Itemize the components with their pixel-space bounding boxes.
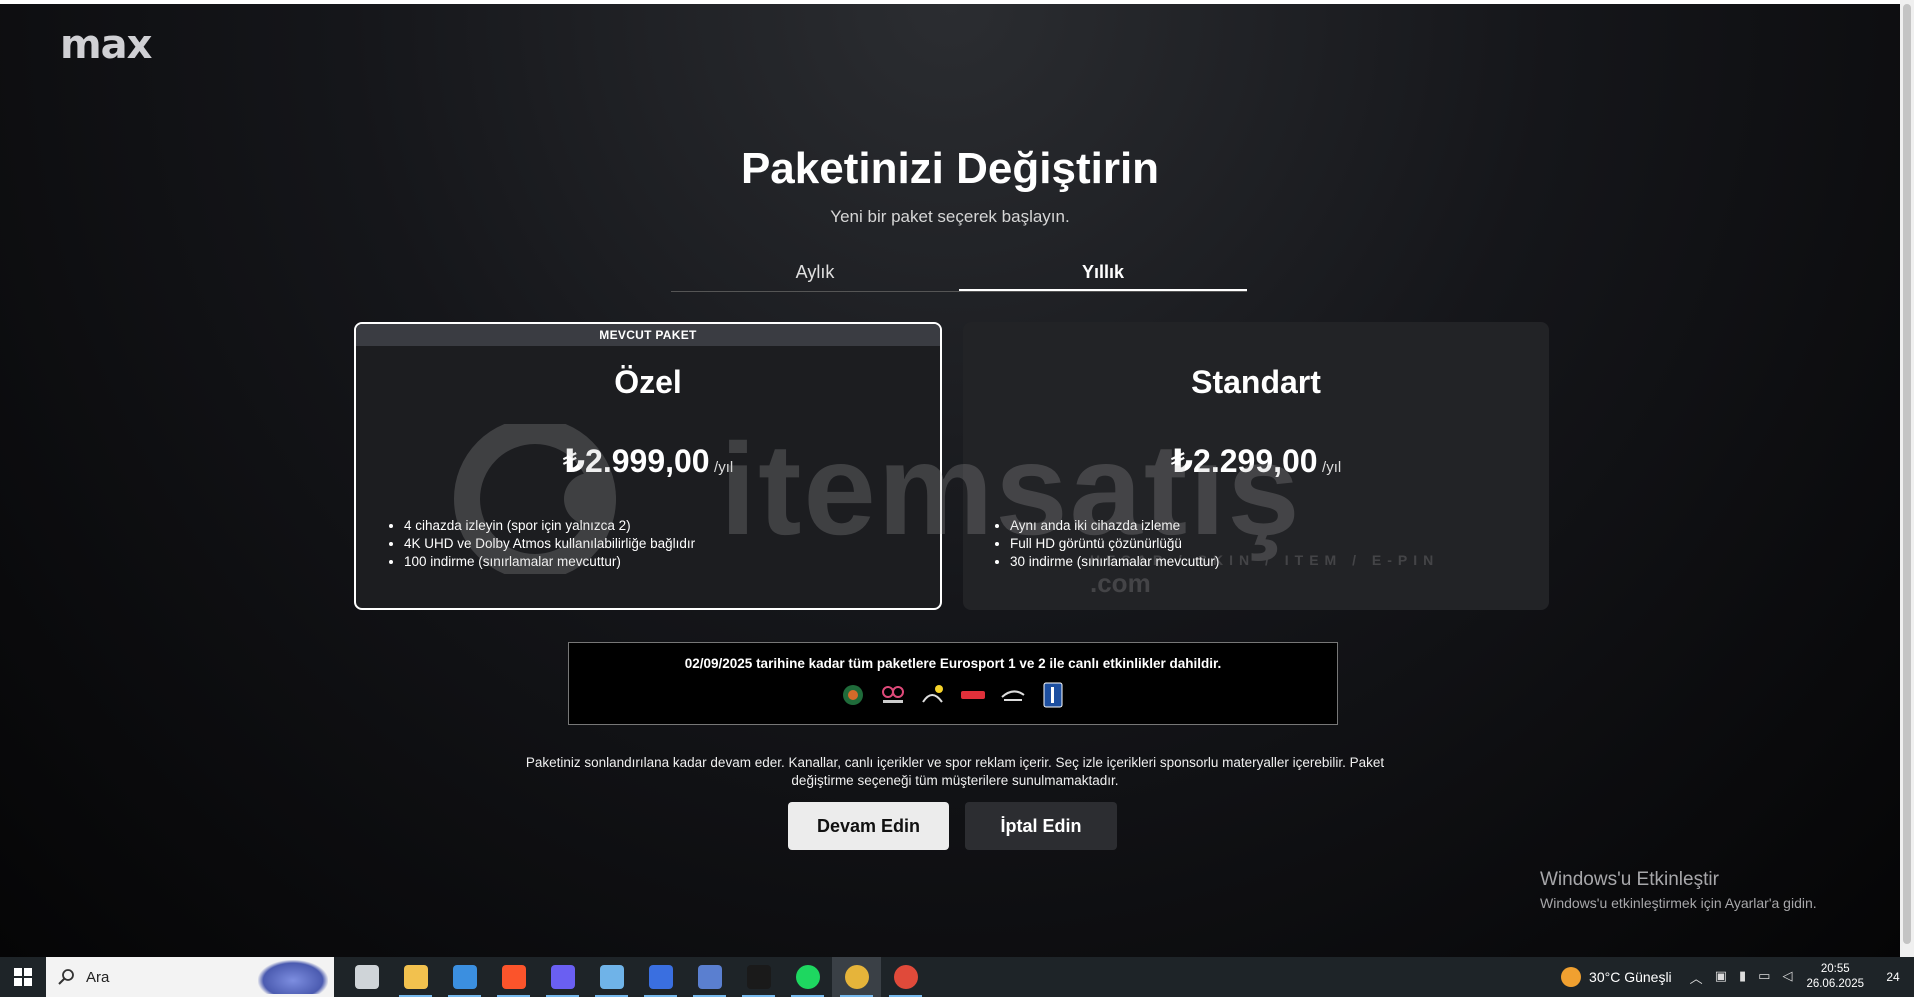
us-open-logo (1000, 683, 1026, 707)
sport-logos (569, 682, 1337, 708)
plan-price: ₺2.299,00 /yıl (963, 442, 1549, 480)
plan-price: ₺2.999,00 /yıl (356, 442, 940, 480)
taskbar-app-button[interactable] (832, 957, 881, 997)
price-period: /yıl (714, 459, 734, 476)
taskbar-app-button[interactable] (489, 957, 538, 997)
scrollbar-thumb[interactable] (1903, 4, 1911, 944)
weather-widget[interactable]: 30°C Güneşli (1561, 967, 1672, 987)
taskbar-app-button[interactable] (342, 957, 391, 997)
taskbar-app-button[interactable] (587, 957, 636, 997)
tab-yearly[interactable]: Yıllık (959, 260, 1247, 291)
feature-item: 100 indirme (sınırlamalar mevcuttur) (404, 553, 695, 571)
weather-sun-icon (1561, 967, 1582, 987)
tray-icons: ︿ ▣ ▮ ▭ ◁ (1690, 968, 1793, 987)
plan-card-ozel[interactable]: MEVCUT PAKET Özel ₺2.999,00 /yıl 4 cihaz… (354, 322, 942, 610)
network-app-icon (599, 965, 624, 989)
chrome-profile-icon (844, 965, 869, 989)
weather-text: 30°C Güneşli (1589, 969, 1672, 985)
search-placeholder: Ara (86, 968, 110, 986)
taskbar-app-button[interactable] (685, 957, 734, 997)
search-highlight-image (258, 960, 328, 994)
eurosport-promo: 02/09/2025 tarihine kadar tüm paketlere … (568, 642, 1338, 725)
windows-logo-icon (14, 968, 32, 986)
continue-button[interactable]: Devam Edin (788, 802, 949, 850)
activation-title: Windows'u Etkinleştir (1540, 869, 1719, 890)
taskbar-search[interactable]: Ara (46, 957, 334, 997)
laliga-logo (960, 683, 986, 707)
current-plan-badge: MEVCUT PAKET (356, 324, 940, 346)
task-view-icon (354, 965, 379, 989)
volume-icon[interactable]: ◁ (1782, 968, 1792, 987)
taskbar-app-button[interactable] (783, 957, 832, 997)
feature-item: 4 cihazda izleyin (spor için yalnızca 2) (404, 517, 695, 535)
chevron-up-icon[interactable]: ︿ (1690, 968, 1703, 987)
start-button[interactable] (0, 957, 46, 997)
system-tray: 30°C Güneşli ︿ ▣ ▮ ▭ ◁ 20:55 26.06.2025 … (1561, 957, 1914, 997)
windows-activation-watermark: Windows'u Etkinleştir Windows'u etkinleş… (1540, 869, 1817, 911)
notification-center-button[interactable]: 24 (1878, 970, 1908, 984)
giro-ditalia-logo (880, 683, 906, 707)
pga-tour-logo (1040, 682, 1066, 708)
taskbar-apps (342, 957, 930, 997)
remote-desktop-icon (697, 965, 722, 989)
price-period: /yıl (1322, 459, 1342, 476)
page-subtitle: Yeni bir paket seçerek başlayın. (830, 207, 1070, 226)
billing-tabs: Aylık Yıllık (671, 260, 1247, 292)
plan-name: Standart (1191, 364, 1321, 400)
max-logo[interactable]: max (60, 22, 152, 68)
taskbar-clock[interactable]: 20:55 26.06.2025 (1806, 962, 1864, 992)
microsoft-store-icon (452, 965, 477, 989)
intellij-icon (648, 965, 673, 989)
taskbar-app-button[interactable] (538, 957, 587, 997)
taskbar-app-button[interactable] (391, 957, 440, 997)
plan-card-standart[interactable]: Standart ₺2.299,00 /yıl Aynı anda iki ci… (963, 322, 1549, 610)
clock-time: 20:55 (1820, 963, 1850, 975)
feature-item: Full HD görüntü çözünürlüğü (1010, 535, 1219, 553)
price-amount: ₺2.299,00 (1170, 443, 1318, 479)
page: max Paketinizi Değiştirin Yeni bir paket… (0, 0, 1900, 957)
taskbar-app-button[interactable] (881, 957, 930, 997)
taskbar-app-button[interactable] (734, 957, 783, 997)
chrome-icon (893, 965, 918, 989)
taskbar-app-button[interactable] (440, 957, 489, 997)
network-icon[interactable]: ▭ (1758, 968, 1770, 987)
price-amount: ₺2.999,00 (562, 443, 710, 479)
spotify-icon (795, 965, 820, 989)
promo-text: 02/09/2025 tarihine kadar tüm paketlere … (684, 656, 1222, 671)
file-explorer-icon (403, 965, 428, 989)
page-scrollbar[interactable] (1900, 0, 1914, 957)
feature-item: 4K UHD ve Dolby Atmos kullanılabilirliğe… (404, 535, 695, 553)
camera-icon[interactable]: ▣ (1715, 968, 1727, 987)
feature-item: Aynı anda iki cihazda izleme (1010, 517, 1219, 535)
taskbar-app-button[interactable] (636, 957, 685, 997)
pycharm-icon (746, 965, 771, 989)
feature-list: 4 cihazda izleyin (spor için yalnızca 2)… (404, 517, 695, 571)
tour-de-france-logo (920, 683, 946, 707)
clock-date: 26.06.2025 (1806, 978, 1864, 990)
brave-browser-icon (501, 965, 526, 989)
disclaimer-text: Paketiniz sonlandırılana kadar devam ede… (525, 755, 1385, 788)
page-title: Paketinizi Değiştirin (740, 144, 1160, 193)
discord-icon (550, 965, 575, 989)
roland-garros-logo (840, 683, 866, 707)
cancel-button[interactable]: İptal Edin (965, 802, 1117, 850)
plan-name: Özel (614, 364, 682, 400)
microphone-icon[interactable]: ▮ (1739, 968, 1746, 987)
feature-list: Aynı anda iki cihazda izleme Full HD gör… (1010, 517, 1219, 571)
notification-count: 24 (1886, 970, 1900, 984)
windows-taskbar: Ara 30°C Güneşli ︿ ▣ ▮ ▭ ◁ 20:55 26.06.2… (0, 957, 1914, 997)
search-icon (58, 969, 74, 985)
activation-subtitle: Windows'u etkinleştirmek için Ayarlar'a … (1540, 895, 1817, 911)
tab-monthly[interactable]: Aylık (671, 260, 959, 291)
feature-item: 30 indirme (sınırlamalar mevcuttur) (1010, 553, 1219, 571)
